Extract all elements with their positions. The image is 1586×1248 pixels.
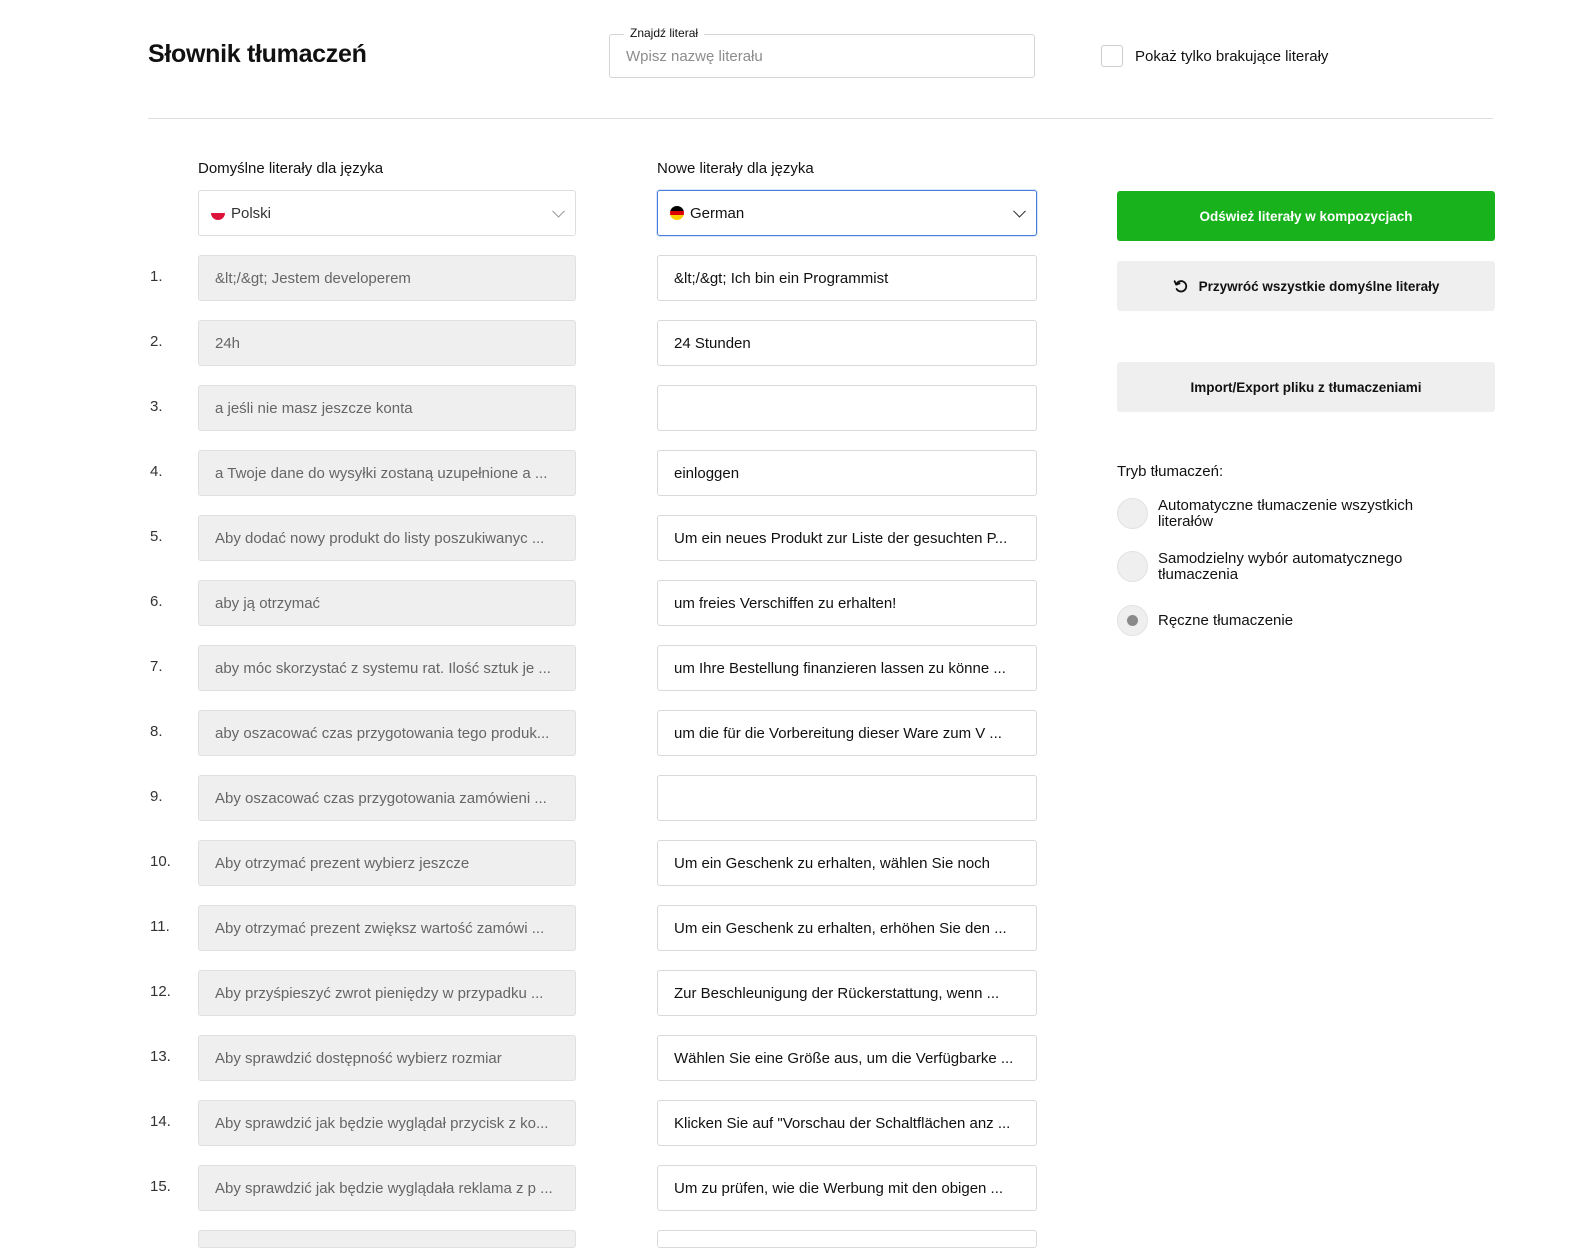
target-literal-input[interactable] [674, 854, 1020, 872]
target-literal-field[interactable] [657, 840, 1037, 886]
source-literal: aby móc skorzystać z systemu rat. Ilość … [198, 645, 576, 691]
row-number: 9. [150, 788, 163, 805]
row-number: 3. [150, 398, 163, 415]
source-literal: Aby przyśpieszyć zwrot pieniędzy w przyp… [198, 970, 576, 1016]
row-number: 12. [150, 983, 171, 1000]
header-divider [148, 118, 1493, 119]
row-number: 11. [150, 918, 170, 935]
source-literal: Aby oszacować czas przygotowania zamówie… [198, 775, 576, 821]
target-literal-field[interactable] [657, 710, 1037, 756]
chevron-down-icon [552, 204, 565, 218]
source-language-select[interactable]: Polski [198, 190, 576, 236]
target-literal-field[interactable] [657, 775, 1037, 821]
row-number: 2. [150, 333, 163, 350]
source-language-value: Polski [231, 204, 272, 222]
radio-button[interactable] [1117, 551, 1148, 582]
target-literal-input[interactable] [674, 1179, 1020, 1197]
undo-icon [1173, 280, 1187, 293]
source-literal: &lt;/&gt; Jestem developerem [198, 255, 576, 301]
target-literal-input[interactable] [674, 984, 1020, 1002]
mode-option-self-select[interactable]: Samodzielny wybór automatycznego tłumacz… [1117, 551, 1458, 583]
row-number: 1. [150, 268, 163, 285]
source-literal: aby oszacować czas przygotowania tego pr… [198, 710, 576, 756]
source-literal: Aby otrzymać prezent zwiększ wartość zam… [198, 905, 576, 951]
target-literal-input[interactable] [674, 1114, 1020, 1132]
target-literal-input[interactable] [674, 594, 1020, 612]
target-literal-field[interactable] [657, 450, 1037, 496]
chevron-down-icon [1013, 204, 1026, 218]
flag-pl-icon [211, 206, 225, 220]
row-number: 13. [150, 1048, 171, 1065]
target-literal-field[interactable] [657, 970, 1037, 1016]
search-input[interactable] [610, 35, 1034, 77]
source-literal [198, 1230, 576, 1248]
row-number: 4. [150, 463, 163, 480]
target-literal-field[interactable] [657, 645, 1037, 691]
target-literal-field[interactable] [657, 580, 1037, 626]
radio-button-selected[interactable] [1117, 605, 1148, 636]
missing-only-checkbox[interactable] [1101, 45, 1123, 67]
radio-button[interactable] [1117, 498, 1148, 529]
source-literal: Aby sprawdzić jak będzie wyglądała rekla… [198, 1165, 576, 1211]
target-literal-input[interactable] [674, 659, 1020, 677]
page-title: Słownik tłumaczeń [148, 40, 367, 68]
source-literal: Aby sprawdzić dostępność wybierz rozmiar [198, 1035, 576, 1081]
row-number: 8. [150, 723, 163, 740]
source-literal: a jeśli nie masz jeszcze konta [198, 385, 576, 431]
target-literal-input[interactable] [674, 269, 1020, 287]
mode-option-manual[interactable]: Ręczne tłumaczenie [1117, 605, 1458, 636]
target-literal-field[interactable] [657, 385, 1037, 431]
row-number: 5. [150, 528, 163, 545]
source-literal: aby ją otrzymać [198, 580, 576, 626]
row-number: 7. [150, 658, 163, 675]
target-literal-field[interactable] [657, 320, 1037, 366]
source-literal: Aby dodać nowy produkt do listy poszukiw… [198, 515, 576, 561]
flag-de-icon [670, 206, 684, 220]
mode-option-label: Automatyczne tłumaczenie wszystkich lite… [1158, 497, 1414, 530]
target-literal-input[interactable] [674, 464, 1020, 482]
mode-option-label: Ręczne tłumaczenie [1158, 612, 1294, 629]
row-number: 10. [150, 853, 171, 870]
literal-search[interactable]: Znajdź literał [609, 26, 1035, 78]
restore-defaults-button[interactable]: Przywróć wszystkie domyślne literały [1117, 261, 1495, 311]
import-export-button[interactable]: Import/Export pliku z tłumaczeniami [1117, 362, 1495, 412]
target-language-value: German [690, 204, 745, 222]
row-number: 15. [150, 1178, 171, 1195]
target-literal-field[interactable] [657, 1035, 1037, 1081]
target-literal-input[interactable] [674, 529, 1020, 547]
target-literal-field[interactable] [657, 255, 1037, 301]
missing-only-toggle[interactable]: Pokaż tylko brakujące literały [1101, 45, 1328, 67]
row-number: 6. [150, 593, 163, 610]
target-literal-input[interactable] [674, 789, 1020, 807]
mode-option-auto-all[interactable]: Automatyczne tłumaczenie wszystkich lite… [1117, 498, 1458, 530]
target-column-header: Nowe literały dla języka [657, 160, 814, 177]
refresh-literals-button[interactable]: Odśwież literały w kompozycjach [1117, 191, 1495, 241]
missing-only-label: Pokaż tylko brakujące literały [1135, 47, 1329, 65]
target-literal-field[interactable] [657, 1230, 1037, 1248]
target-literal-input[interactable] [674, 1049, 1020, 1067]
target-literal-field[interactable] [657, 1100, 1037, 1146]
target-literal-input[interactable] [674, 919, 1020, 937]
source-literal: Aby otrzymać prezent wybierz jeszcze [198, 840, 576, 886]
source-literal: 24h [198, 320, 576, 366]
target-language-select[interactable]: German [657, 190, 1037, 236]
mode-option-label: Samodzielny wybór automatycznego tłumacz… [1158, 550, 1403, 583]
source-literal: Aby sprawdzić jak będzie wyglądał przyci… [198, 1100, 576, 1146]
target-literal-field[interactable] [657, 1165, 1037, 1211]
target-literal-field[interactable] [657, 905, 1037, 951]
source-column-header: Domyślne literały dla języka [198, 160, 384, 177]
source-literal: a Twoje dane do wysyłki zostaną uzupełni… [198, 450, 576, 496]
translation-mode-title: Tryb tłumaczeń: [1117, 463, 1224, 480]
target-literal-input[interactable] [674, 724, 1020, 742]
restore-defaults-label: Przywróć wszystkie domyślne literały [1198, 278, 1440, 294]
target-literal-field[interactable] [657, 515, 1037, 561]
row-number: 14. [150, 1113, 171, 1130]
target-literal-input[interactable] [674, 399, 1020, 417]
target-literal-input[interactable] [674, 334, 1020, 352]
